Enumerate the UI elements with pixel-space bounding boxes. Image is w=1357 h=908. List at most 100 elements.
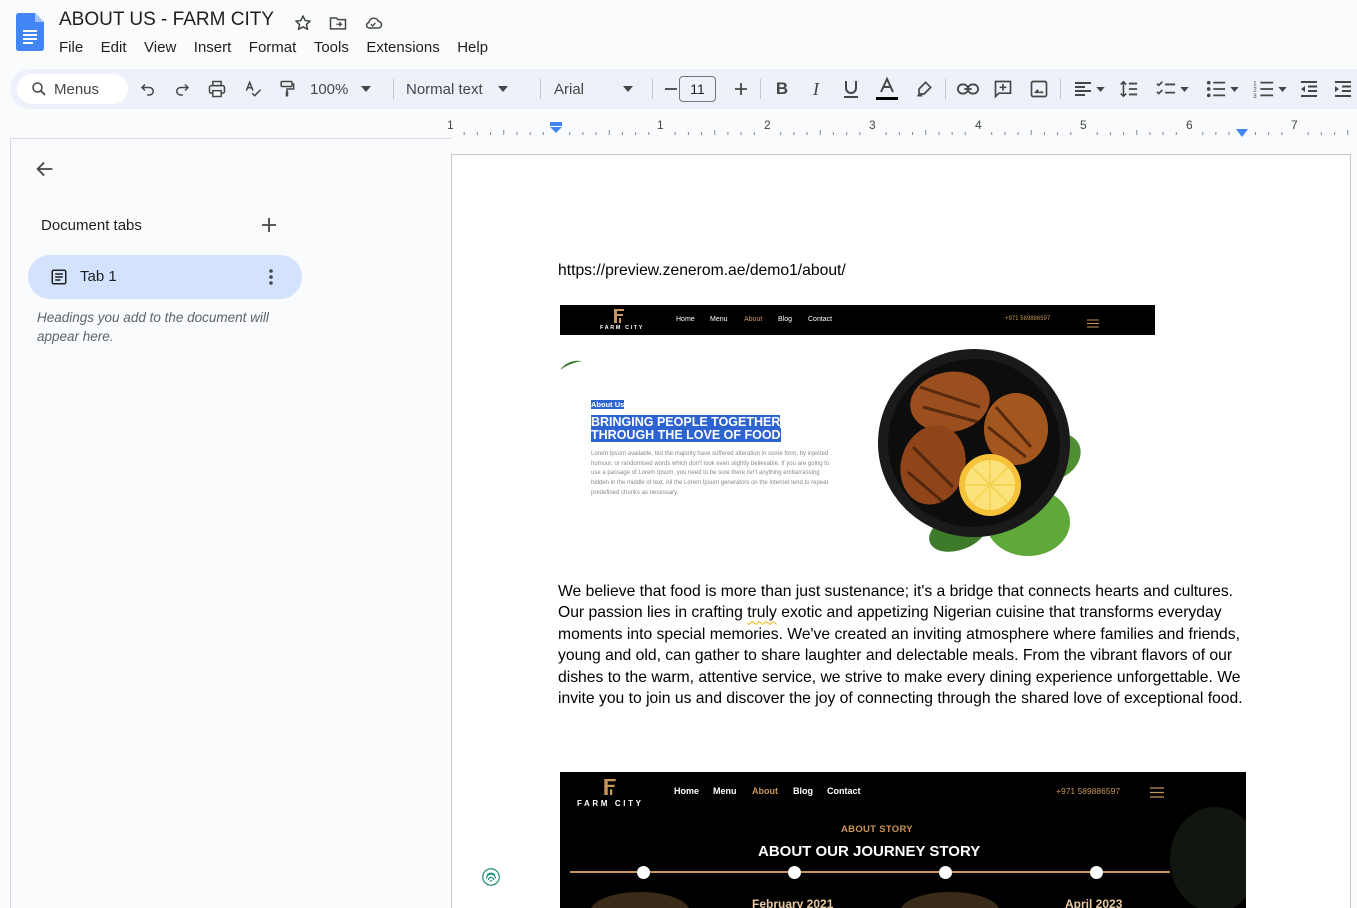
menu-format[interactable]: Format [249, 37, 297, 58]
highlight-color-icon[interactable] [913, 69, 935, 109]
menu-extensions[interactable]: Extensions [366, 37, 439, 58]
print-icon[interactable] [206, 69, 228, 109]
toolbar-divider [1060, 79, 1061, 99]
right-indent-marker-icon[interactable] [1235, 126, 1249, 144]
svg-text:3: 3 [1253, 93, 1257, 99]
menu-edit[interactable]: Edit [101, 37, 127, 58]
docs-logo-icon[interactable] [16, 13, 44, 51]
more-options-icon[interactable] [266, 267, 276, 292]
ruler[interactable]: 1 1 2 3 4 5 6 7 [446, 113, 1357, 137]
ruler-label: 1 [657, 118, 664, 132]
increase-indent-icon[interactable] [1332, 69, 1354, 109]
decrease-indent-icon[interactable] [1298, 69, 1320, 109]
text-color-icon[interactable] [875, 69, 899, 109]
underline-icon[interactable] [840, 69, 862, 109]
embedded-nav-link: Menu [713, 786, 737, 796]
spellcheck-icon[interactable] [242, 69, 264, 109]
toolbar-divider [652, 79, 653, 99]
line-spacing-icon[interactable] [1116, 69, 1140, 109]
toolbar-divider [540, 79, 541, 99]
embedded-brand: FARM CITY [600, 325, 645, 331]
chevron-down-icon [1278, 86, 1287, 92]
toolbar-divider [393, 79, 394, 99]
menu-insert[interactable]: Insert [194, 37, 232, 58]
heading-line-1: BRINGING PEOPLE TOGETHER [591, 415, 781, 429]
cloud-saved-icon[interactable] [362, 12, 384, 34]
embedded-nav-link: Blog [778, 316, 793, 323]
zoom-select[interactable]: 100% [310, 69, 385, 109]
dark-leaf-decoration [1170, 807, 1246, 908]
star-icon[interactable] [292, 12, 314, 34]
bulleted-list-select[interactable] [1202, 69, 1242, 109]
insert-link-icon[interactable] [956, 69, 980, 109]
chevron-down-icon [1230, 86, 1239, 92]
tab-item-tab-1[interactable]: Tab 1 [28, 255, 302, 299]
increase-font-size-icon[interactable] [730, 69, 752, 109]
tab-label: Tab 1 [80, 268, 117, 285]
insert-image-icon[interactable] [1028, 69, 1050, 109]
left-indent-marker-icon[interactable] [549, 122, 563, 141]
dish-image [900, 892, 1000, 908]
menu-view[interactable]: View [144, 37, 176, 58]
move-folder-icon[interactable] [327, 12, 349, 34]
fingerprint-icon[interactable] [482, 868, 500, 891]
paint-format-icon[interactable] [276, 69, 298, 109]
chevron-down-icon [1096, 86, 1105, 92]
hamburger-menu-icon [1150, 785, 1164, 803]
embedded-navbar: FARM CITY Home Menu About Blog Contact +… [560, 305, 1155, 335]
timeline-dot [1090, 866, 1103, 879]
align-select[interactable] [1070, 69, 1108, 109]
spelling-suggestion-word[interactable]: truly [747, 604, 777, 621]
eyebrow-text: About Us [591, 400, 625, 409]
zoom-value: 100% [310, 80, 349, 98]
leaf-decoration-icon [560, 358, 582, 376]
add-tab-icon[interactable] [261, 217, 277, 238]
add-comment-icon[interactable] [992, 69, 1014, 109]
bold-icon[interactable]: B [771, 69, 793, 109]
back-arrow-icon[interactable] [34, 158, 56, 185]
undo-icon[interactable] [137, 69, 159, 109]
document-page[interactable]: https://preview.zenerom.ae/demo1/about/ … [451, 154, 1351, 908]
numbered-list-select[interactable]: 123 [1250, 69, 1290, 109]
chevron-down-icon [1180, 86, 1189, 92]
body-paragraph[interactable]: We believe that food is more than just s… [558, 581, 1258, 709]
search-menus-input[interactable]: Menus [17, 74, 128, 104]
timeline-date: April 2023 [1065, 897, 1123, 908]
chevron-down-icon [623, 86, 634, 92]
document-title[interactable]: ABOUT US - FARM CITY [59, 9, 274, 31]
paragraph-style-select[interactable]: Normal text [406, 69, 526, 109]
embedded-eyebrow: About Us [591, 400, 625, 409]
redo-icon[interactable] [171, 69, 193, 109]
font-family-select[interactable]: Arial [554, 69, 640, 109]
timeline-date: February 2021 [752, 897, 834, 908]
embedded-image-journey-section[interactable]: FARM CITY Home Menu About Blog Contact +… [560, 772, 1246, 908]
embedded-nav-link: Contact [827, 786, 861, 796]
embedded-nav-link: Menu [710, 316, 728, 323]
menu-tools[interactable]: Tools [314, 37, 349, 58]
title-bar: ABOUT US - FARM CITY File Edit View Inse… [0, 0, 1357, 66]
dish-image [590, 892, 690, 908]
embedded-eyebrow: ABOUT STORY [841, 824, 913, 835]
menu-help[interactable]: Help [457, 37, 488, 58]
checklist-select[interactable] [1152, 69, 1192, 109]
food-plate-image [878, 347, 1103, 570]
ruler-ticks [463, 130, 1349, 135]
embedded-body-text: Lorem Ipsum available, but the majority … [591, 451, 830, 496]
ruler-label: 5 [1080, 118, 1087, 132]
timeline-dot [939, 866, 952, 879]
toolbar-divider [760, 79, 761, 99]
url-text[interactable]: https://preview.zenerom.ae/demo1/about/ [558, 262, 846, 280]
embedded-brand: FARM CITY [577, 799, 644, 808]
embedded-nav-link: Home [676, 316, 695, 323]
paragraph-style-value: Normal text [406, 80, 483, 98]
embedded-nav-link: About [752, 786, 778, 796]
timeline-dot [788, 866, 801, 879]
ruler-label: 7 [1291, 118, 1298, 132]
menu-bar: File Edit View Insert Format Tools Exten… [59, 37, 506, 58]
embedded-image-about-section[interactable]: FARM CITY Home Menu About Blog Contact +… [560, 305, 1155, 567]
menu-file[interactable]: File [59, 37, 83, 58]
font-size-input[interactable]: 11 [679, 76, 716, 102]
embedded-phone: +971 589886597 [1005, 316, 1051, 322]
hamburger-menu-icon [1087, 315, 1099, 333]
italic-icon[interactable]: I [805, 69, 827, 109]
